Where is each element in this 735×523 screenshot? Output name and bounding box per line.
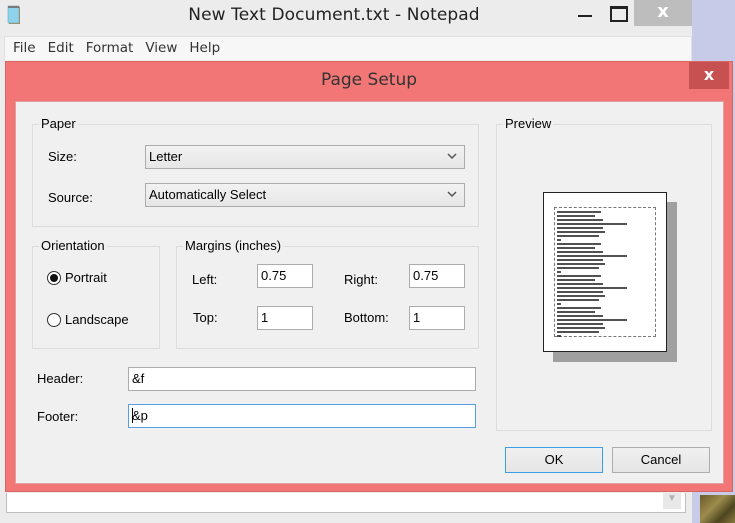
menu-format[interactable]: Format <box>78 37 138 56</box>
paper-group: Paper Size: Letter Source: Automatically… <box>32 116 479 227</box>
preview-text-line <box>557 211 601 213</box>
preview-text-line <box>557 231 605 233</box>
maximize-button[interactable] <box>602 0 632 26</box>
preview-text-line <box>557 331 599 333</box>
preview-text-line <box>557 247 595 249</box>
source-label: Source: <box>48 190 93 205</box>
size-label: Size: <box>48 149 77 164</box>
left-margin-value: 0.75 <box>261 268 287 283</box>
chevron-down-icon <box>447 191 457 198</box>
preview-text-line <box>557 303 561 305</box>
scroll-down-icon[interactable]: ▼ <box>663 493 681 509</box>
paper-group-label: Paper <box>39 116 78 131</box>
right-margin-label: Right: <box>344 272 378 287</box>
preview-group-label: Preview <box>503 116 554 131</box>
left-margin-input[interactable]: 0.75 <box>257 264 313 288</box>
header-value: &f <box>132 371 145 386</box>
right-margin-value: 0.75 <box>413 268 439 283</box>
preview-text-line <box>557 215 595 217</box>
preview-text-line <box>557 263 605 265</box>
left-margin-label: Left: <box>192 272 218 287</box>
bottom-margin-label: Bottom: <box>344 310 389 325</box>
preview-text-line <box>557 255 627 257</box>
preview-text-line <box>557 271 561 273</box>
text-editor-area[interactable]: ▼ <box>6 493 686 513</box>
cancel-button[interactable]: Cancel <box>612 447 710 473</box>
preview-text-line <box>557 259 603 261</box>
ok-button[interactable]: OK <box>505 447 603 473</box>
orientation-group-label: Orientation <box>39 238 107 253</box>
preview-text-line <box>557 311 595 313</box>
paper-size-value: Letter <box>149 149 183 164</box>
preview-text-line <box>557 243 601 245</box>
top-margin-label: Top: <box>193 310 218 325</box>
menu-file[interactable]: File <box>5 37 40 56</box>
bottom-margin-value: 1 <box>413 310 421 325</box>
preview-text-line <box>557 295 605 297</box>
preview-text-line <box>557 235 599 237</box>
footer-input[interactable]: &p <box>128 404 476 428</box>
menu-help[interactable]: Help <box>181 37 224 56</box>
page-setup-dialog: Page Setup x Paper Size: Letter Source: … <box>5 61 733 492</box>
menu-bar: File Edit Format View Help <box>4 36 692 60</box>
landscape-radio-option[interactable]: Landscape <box>47 311 147 329</box>
preview-text-line <box>557 275 601 277</box>
preview-text-line <box>557 299 599 301</box>
preview-text-line <box>557 291 603 293</box>
menu-edit[interactable]: Edit <box>40 37 78 56</box>
paper-source-value: Automatically Select <box>149 187 267 202</box>
dialog-title: Page Setup <box>320 70 418 90</box>
desktop-photo <box>700 495 735 523</box>
menu-view[interactable]: View <box>137 37 181 56</box>
chevron-down-icon <box>447 153 457 160</box>
preview-text-line <box>557 223 627 225</box>
paper-source-select[interactable]: Automatically Select <box>145 183 465 207</box>
top-margin-input[interactable]: 1 <box>257 306 313 330</box>
preview-text-line <box>557 319 627 321</box>
footer-label: Footer: <box>37 409 79 424</box>
bottom-margin-input[interactable]: 1 <box>409 306 465 330</box>
preview-text-line <box>557 323 603 325</box>
header-label: Header: <box>37 371 84 386</box>
preview-text-line <box>557 283 603 285</box>
preview-text-line <box>557 279 595 281</box>
preview-text-line <box>557 307 601 309</box>
top-margin-value: 1 <box>261 310 269 325</box>
preview-text-line <box>557 327 605 329</box>
portrait-radio[interactable] <box>47 271 61 285</box>
paper-size-select[interactable]: Letter <box>145 145 465 169</box>
right-margin-input[interactable]: 0.75 <box>409 264 465 288</box>
footer-value: &p <box>132 408 148 423</box>
portrait-label: Portrait <box>65 270 107 285</box>
margins-group: Margins (inches) Left: 0.75 Right: 0.75 … <box>176 238 479 349</box>
preview-group: Preview <box>496 116 712 431</box>
landscape-radio[interactable] <box>47 313 61 327</box>
preview-text-line <box>557 227 603 229</box>
preview-text-line <box>557 219 603 221</box>
preview-page <box>543 192 667 352</box>
preview-text-line <box>557 287 627 289</box>
preview-text-line <box>557 335 561 337</box>
preview-text-line <box>557 267 599 269</box>
orientation-group: Orientation Portrait Landscape <box>32 238 160 349</box>
preview-text-line <box>557 239 561 241</box>
dialog-body: Paper Size: Letter Source: Automatically… <box>15 101 724 484</box>
portrait-radio-option[interactable]: Portrait <box>47 269 147 287</box>
minimize-button[interactable] <box>570 0 600 26</box>
header-input[interactable]: &f <box>128 367 476 391</box>
window-close-button[interactable]: x <box>634 0 692 26</box>
margins-group-label: Margins (inches) <box>183 238 284 253</box>
landscape-label: Landscape <box>65 312 129 327</box>
preview-text-line <box>557 251 603 253</box>
preview-text-line <box>557 315 603 317</box>
dialog-close-button[interactable]: x <box>689 62 729 89</box>
